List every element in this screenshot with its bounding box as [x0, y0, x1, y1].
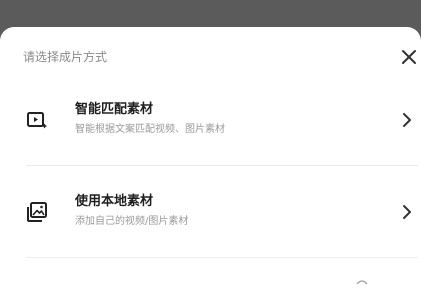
- option-local-material-label: 使用本地素材: [75, 194, 154, 209]
- choose-mode-sheet: 请选择成片方式 智能匹配素材 智能根据文案匹配视频、图片素材 使用本地素材 添加…: [0, 27, 421, 297]
- smart-video-icon: [27, 112, 47, 129]
- option-smart-match-description: 智能根据文案匹配视频、图片素材: [75, 124, 225, 135]
- chevron-right-icon: [403, 205, 411, 219]
- chevron-right-icon: [403, 113, 411, 127]
- option-smart-match-label: 智能匹配素材: [75, 102, 154, 117]
- divider: [26, 257, 418, 258]
- divider: [26, 165, 418, 166]
- option-local-material-description: 添加自己的视频/图片素材: [75, 216, 189, 227]
- local-gallery-icon: [27, 202, 47, 222]
- sheet-title: 请选择成片方式: [23, 50, 108, 64]
- partial-icon: [356, 280, 368, 285]
- close-icon[interactable]: [400, 48, 418, 66]
- option-local-material[interactable]: 使用本地素材 添加自己的视频/图片素材: [26, 189, 418, 249]
- option-smart-match[interactable]: 智能匹配素材 智能根据文案匹配视频、图片素材: [26, 97, 418, 157]
